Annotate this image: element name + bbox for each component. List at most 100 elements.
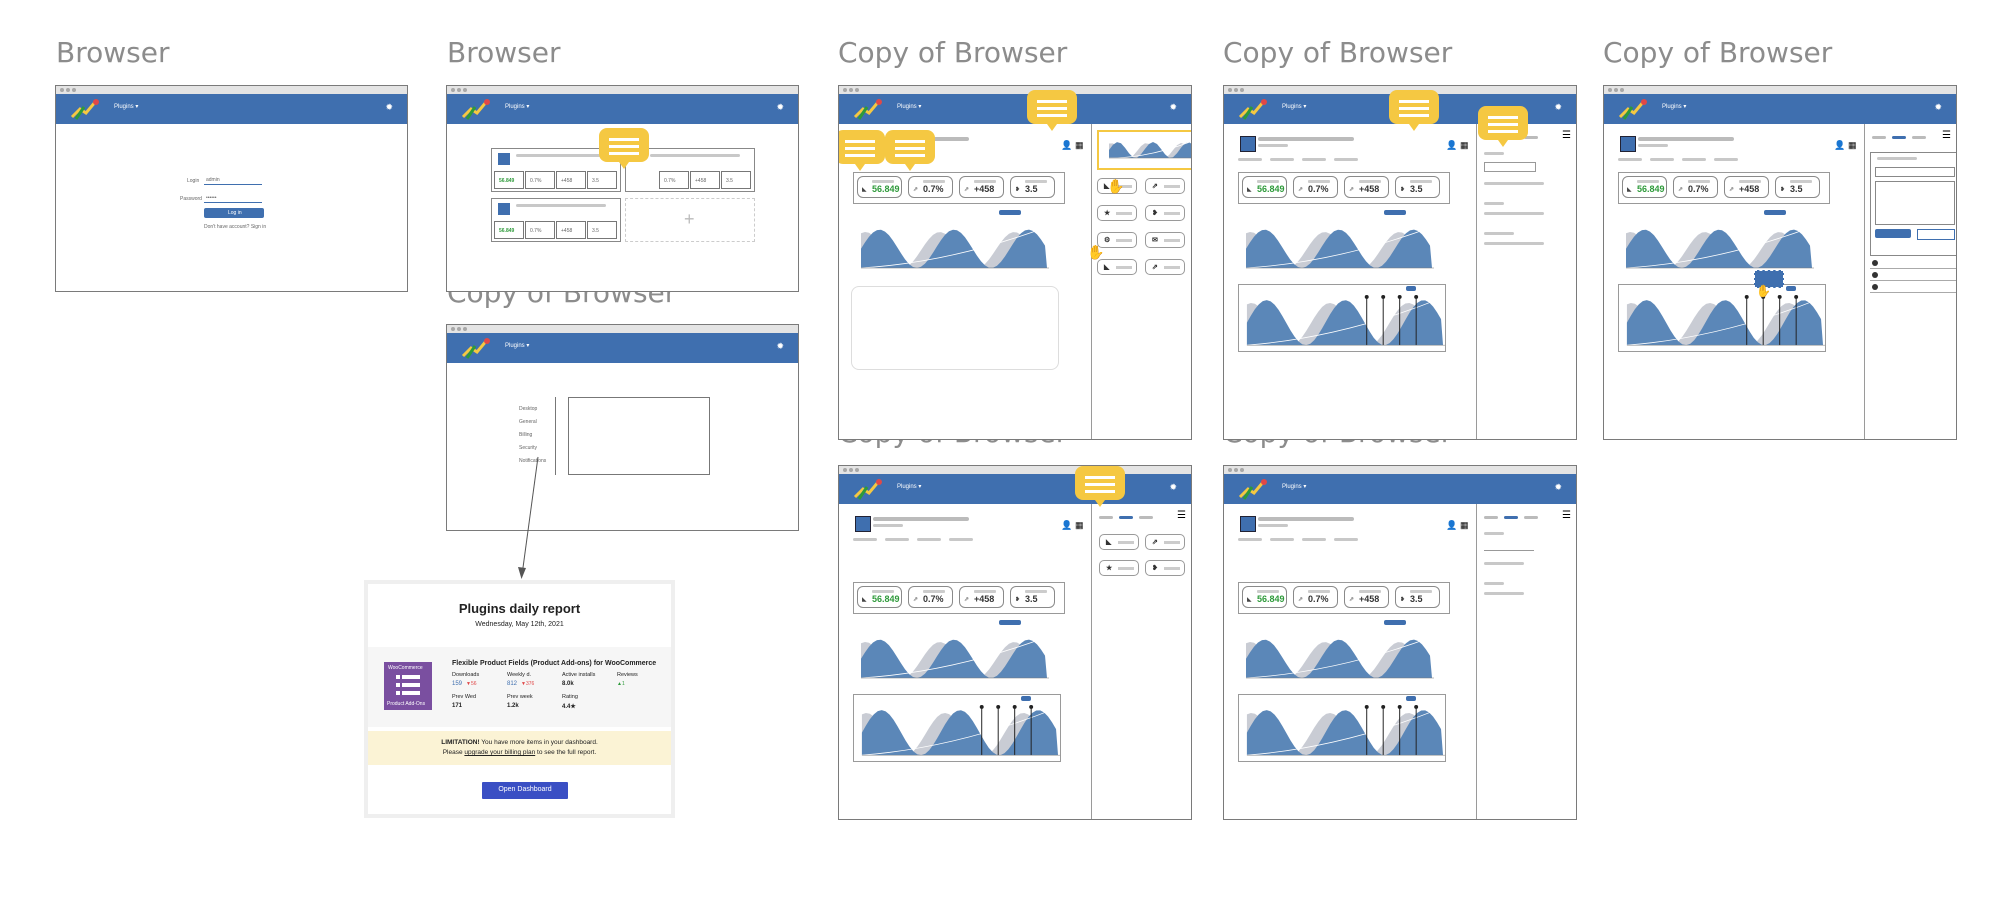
annotation-title-input[interactable] [1875, 167, 1955, 177]
gear-icon[interactable]: ✹ [776, 103, 784, 112]
selected-widget[interactable] [1097, 130, 1191, 170]
comment-bubble-icon[interactable] [885, 130, 935, 172]
annotation-list-item[interactable] [1870, 270, 1956, 281]
password-input[interactable]: •••••• [204, 194, 262, 203]
login-input[interactable]: admin [204, 176, 262, 185]
upgrade-link[interactable]: upgrade your billing plan [464, 749, 535, 756]
widget-option[interactable]: ❥ [1145, 560, 1185, 576]
calendar-icon[interactable]: ▦ [1075, 140, 1084, 151]
filter-tab[interactable] [1334, 538, 1358, 541]
sidebar-checkbox[interactable] [1484, 212, 1544, 215]
menu-item-general[interactable]: General [519, 419, 537, 425]
sidebar-tab[interactable] [1524, 516, 1538, 519]
add-user-icon[interactable]: 👤 [1834, 140, 1845, 151]
sidebar-tab[interactable] [1892, 136, 1906, 139]
filter-tab[interactable] [1714, 158, 1738, 161]
comment-bubble-icon[interactable] [1075, 466, 1125, 508]
gear-icon[interactable]: ✹ [1554, 483, 1562, 492]
comment-bubble-icon[interactable] [599, 128, 649, 170]
calendar-icon[interactable]: ▦ [1460, 520, 1469, 531]
plugin-card[interactable]: 56.849 0.7% +458 3.5 [491, 198, 621, 242]
gear-icon[interactable]: ✹ [385, 103, 393, 112]
add-user-icon[interactable]: 👤 [1446, 140, 1457, 151]
filter-tab[interactable] [885, 538, 909, 541]
annotation-list-item[interactable] [1870, 282, 1956, 293]
sidebar-checkbox[interactable] [1484, 182, 1544, 185]
sidebar-tab[interactable] [1484, 516, 1498, 519]
chart-toolbar-button[interactable] [999, 210, 1021, 215]
gear-icon[interactable]: ✹ [1169, 483, 1177, 492]
calendar-icon[interactable]: ▦ [1075, 520, 1084, 531]
sidebar-checkbox[interactable] [1484, 242, 1544, 245]
nav-menu-plugins[interactable]: Plugins ▾ [114, 103, 138, 110]
chart-toolbar-button[interactable] [1021, 696, 1031, 701]
menu-item-security[interactable]: Security [519, 445, 537, 451]
sidebar-tab[interactable] [1099, 516, 1113, 519]
annotation-list-item[interactable] [1870, 258, 1956, 269]
save-annotation-button[interactable] [1875, 229, 1911, 238]
comment-bubble-icon[interactable] [1478, 106, 1528, 148]
comment-bubble-icon[interactable] [1027, 90, 1077, 132]
gear-icon[interactable]: ✹ [1934, 103, 1942, 112]
filter-tab[interactable] [853, 538, 877, 541]
sidebar-input[interactable] [1484, 542, 1534, 551]
chart-toolbar-button[interactable] [999, 620, 1021, 625]
filter-tab[interactable] [949, 538, 973, 541]
sidebar-tab[interactable] [1139, 516, 1153, 519]
filter-tab[interactable] [1238, 158, 1262, 161]
nav-menu-plugins[interactable]: Plugins ▾ [505, 103, 529, 110]
nav-menu-plugins[interactable]: Plugins ▾ [505, 342, 529, 349]
chart-toolbar-button[interactable] [1406, 286, 1416, 291]
sidebar-input[interactable] [1484, 162, 1536, 172]
add-user-icon[interactable]: 👤 [1061, 520, 1072, 531]
filter-tab[interactable] [1302, 538, 1326, 541]
sidebar-tab[interactable] [1872, 136, 1886, 139]
filter-tab[interactable] [1334, 158, 1358, 161]
sidebar-checkbox[interactable] [1484, 592, 1524, 595]
add-plugin-card[interactable]: + [625, 198, 755, 242]
nav-menu-plugins[interactable]: Plugins ▾ [1282, 103, 1306, 110]
calendar-icon[interactable]: ▦ [1848, 140, 1857, 151]
annotation-text-input[interactable] [1875, 181, 1955, 225]
widget-option[interactable]: ⇗ [1145, 259, 1185, 275]
nav-menu-plugins[interactable]: Plugins ▾ [897, 483, 921, 490]
sidebar-tab[interactable] [1119, 516, 1133, 519]
gear-icon[interactable]: ✹ [776, 342, 784, 351]
sidebar-tab[interactable] [1504, 516, 1518, 519]
filter-tab[interactable] [1302, 158, 1326, 161]
hamburger-icon[interactable]: ☰ [1177, 510, 1186, 521]
sidebar-checkbox[interactable] [1484, 562, 1524, 565]
comment-bubble-icon[interactable] [1389, 90, 1439, 132]
chart-toolbar-button[interactable] [1384, 210, 1406, 215]
cancel-annotation-button[interactable] [1917, 229, 1955, 240]
hamburger-icon[interactable]: ☰ [1562, 510, 1571, 521]
signup-link[interactable]: Don't have account? Sign in [204, 224, 266, 230]
comment-bubble-icon[interactable] [838, 130, 885, 172]
nav-menu-plugins[interactable]: Plugins ▾ [1662, 103, 1686, 110]
widget-option[interactable]: ⇗ [1145, 178, 1185, 194]
filter-tab[interactable] [1650, 158, 1674, 161]
nav-menu-plugins[interactable]: Plugins ▾ [897, 103, 921, 110]
open-dashboard-button[interactable]: Open Dashboard [482, 782, 568, 799]
menu-item-desktop[interactable]: Desktop [519, 406, 537, 412]
filter-tab[interactable] [1270, 538, 1294, 541]
gear-icon[interactable]: ✹ [1169, 103, 1177, 112]
login-button[interactable]: Log in [204, 208, 264, 218]
hamburger-icon[interactable]: ☰ [1942, 130, 1951, 141]
widget-option[interactable]: ★ [1099, 560, 1139, 576]
widget-option[interactable]: ★ [1097, 205, 1137, 221]
filter-tab[interactable] [1238, 538, 1262, 541]
widget-option[interactable]: ◣ [1099, 534, 1139, 550]
chart-toolbar-button[interactable] [1764, 210, 1786, 215]
gear-icon[interactable]: ✹ [1554, 103, 1562, 112]
add-user-icon[interactable]: 👤 [1446, 520, 1457, 531]
nav-menu-plugins[interactable]: Plugins ▾ [1282, 483, 1306, 490]
filter-tab[interactable] [917, 538, 941, 541]
widget-option[interactable]: ⇗ [1145, 534, 1185, 550]
chart-toolbar-button[interactable] [1786, 286, 1796, 291]
hamburger-icon[interactable]: ☰ [1562, 130, 1571, 141]
sidebar-tab[interactable] [1912, 136, 1926, 139]
widget-option[interactable]: ✉ [1145, 232, 1185, 248]
add-user-icon[interactable]: 👤 [1061, 140, 1072, 151]
chart-toolbar-button[interactable] [1384, 620, 1406, 625]
